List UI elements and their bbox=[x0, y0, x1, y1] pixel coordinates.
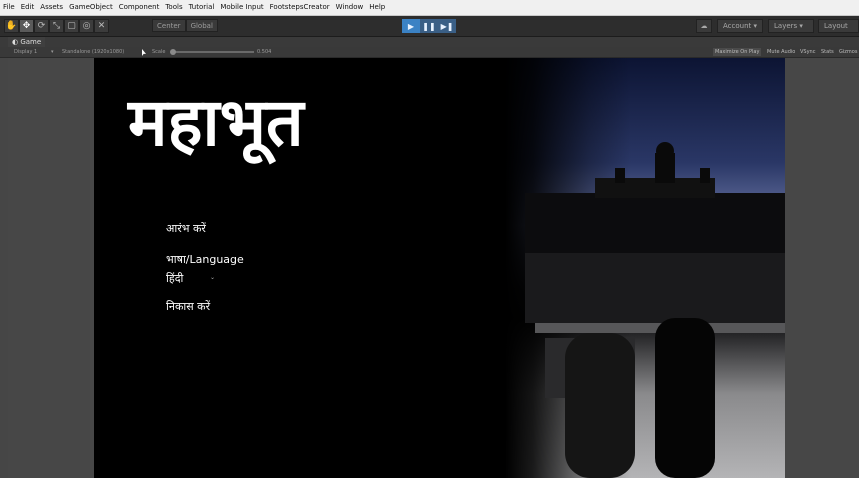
scale-icon[interactable]: ⤡ bbox=[49, 19, 64, 33]
tab-row: ◐ Game bbox=[0, 37, 859, 47]
resolution-dropdown[interactable]: Standalone (1920x1080) bbox=[62, 47, 124, 57]
menu-item-component[interactable]: Component bbox=[116, 0, 163, 15]
toolbar: ✋ ✥ ⟳ ⤡ ▢ ◎ ✕ Center Global ▶ ❚❚ ▶❚ ☁ Ac… bbox=[0, 16, 859, 37]
layers-dropdown[interactable]: Layers ▾ bbox=[768, 19, 814, 33]
pivot-toggles: Center Global bbox=[152, 19, 218, 33]
cloud-icon[interactable]: ☁ bbox=[696, 19, 712, 33]
menu-bar: File Edit Assets GameObject Component Tools Tu… bbox=[0, 0, 859, 16]
layout-label: Layout bbox=[824, 22, 848, 30]
vsync-toggle[interactable]: VSync bbox=[798, 48, 817, 56]
mute-audio-toggle[interactable]: Mute Audio bbox=[765, 48, 797, 56]
menu-item-help[interactable]: Help bbox=[366, 0, 388, 15]
pivot-center-button[interactable]: Center bbox=[152, 19, 186, 32]
gizmos-toggle[interactable]: Gizmos bbox=[837, 48, 859, 56]
palace-silhouette bbox=[525, 142, 785, 478]
menu-item-footstepscreator[interactable]: FootstepsCreator bbox=[267, 0, 333, 15]
game-screen: महाभूत आरंभ करें भाषा/Language हिंदी ⌄ न… bbox=[94, 58, 785, 478]
maximize-on-play-toggle[interactable]: Maximize On Play bbox=[713, 48, 762, 56]
scale-value: 0.504 bbox=[257, 49, 272, 55]
scale-slider[interactable] bbox=[172, 51, 254, 53]
hand-icon[interactable]: ✋ bbox=[4, 19, 19, 33]
account-dropdown[interactable]: Account ▾ bbox=[717, 19, 763, 33]
rotate-icon[interactable]: ⟳ bbox=[34, 19, 49, 33]
layers-label: Layers bbox=[774, 22, 798, 30]
scale-slider-handle[interactable] bbox=[170, 49, 176, 55]
menu-item-tools[interactable]: Tools bbox=[162, 0, 185, 15]
layout-dropdown[interactable]: Layout bbox=[818, 19, 859, 33]
palace-background-image bbox=[505, 58, 785, 478]
move-icon[interactable]: ✥ bbox=[19, 19, 34, 33]
chevron-down-icon: ▾ bbox=[51, 49, 54, 55]
display-dropdown[interactable]: Display 1 bbox=[14, 47, 37, 57]
stats-toggle[interactable]: Stats bbox=[819, 48, 836, 56]
menu-item-edit[interactable]: Edit bbox=[18, 0, 38, 15]
menu-item-tutorial[interactable]: Tutorial bbox=[186, 0, 218, 15]
start-game-button[interactable]: आरंभ करें bbox=[166, 221, 206, 236]
menu-item-window[interactable]: Window bbox=[333, 0, 367, 15]
menu-item-assets[interactable]: Assets bbox=[37, 0, 66, 15]
menu-item-gameobject[interactable]: GameObject bbox=[66, 0, 116, 15]
menu-item-mobile-input[interactable]: Mobile Input bbox=[217, 0, 266, 15]
language-label: भाषा/Language bbox=[166, 253, 244, 266]
game-view-toolbar: Display 1 ▾ Standalone (1920x1080) Scale… bbox=[0, 47, 859, 58]
menu-item-file[interactable]: File bbox=[0, 0, 18, 15]
transform-tools: ✋ ✥ ⟳ ⤡ ▢ ◎ ✕ bbox=[4, 19, 109, 33]
language-dropdown[interactable]: हिंदी bbox=[166, 271, 183, 286]
scale-label: Scale bbox=[152, 49, 166, 55]
account-label: Account bbox=[723, 22, 752, 30]
play-button[interactable]: ▶ bbox=[402, 19, 420, 33]
tab-game-label: Game bbox=[20, 38, 42, 46]
exit-game-button[interactable]: निकास करें bbox=[166, 299, 210, 314]
transform-icon[interactable]: ◎ bbox=[79, 19, 94, 33]
custom-tool-icon[interactable]: ✕ bbox=[94, 19, 109, 33]
pause-button[interactable]: ❚❚ bbox=[420, 19, 438, 33]
play-controls: ▶ ❚❚ ▶❚ bbox=[402, 19, 456, 33]
tab-game[interactable]: ◐ Game bbox=[8, 37, 46, 47]
rect-icon[interactable]: ▢ bbox=[64, 19, 79, 33]
pivot-global-button[interactable]: Global bbox=[185, 19, 218, 32]
step-button[interactable]: ▶❚ bbox=[438, 19, 456, 33]
game-title: महाभूत bbox=[128, 84, 304, 161]
chevron-down-icon[interactable]: ⌄ bbox=[210, 274, 215, 281]
